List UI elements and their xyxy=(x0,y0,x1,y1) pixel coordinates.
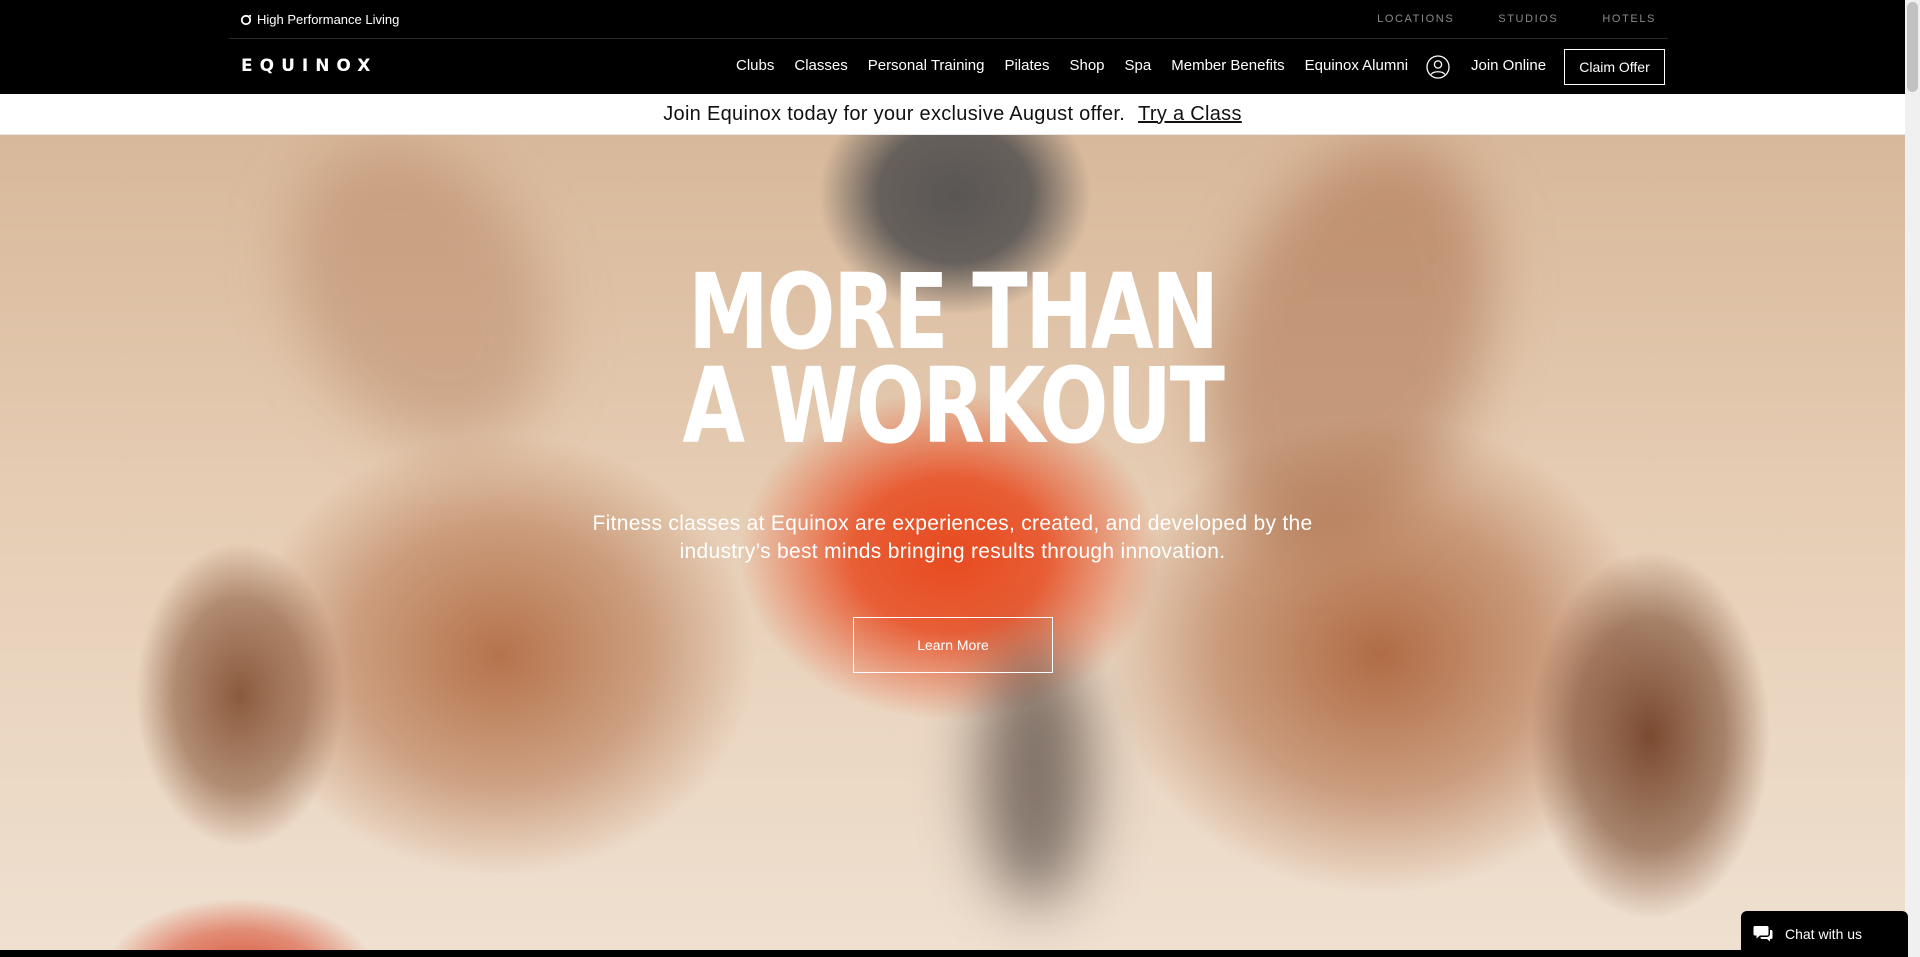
bottom-strip xyxy=(0,950,1905,957)
locations-link[interactable]: LOCATIONS xyxy=(1377,13,1454,25)
claim-offer-button[interactable]: Claim Offer xyxy=(1564,49,1665,85)
refresh-circle-icon xyxy=(240,14,252,25)
hero-background-figure-center xyxy=(980,645,1090,905)
studios-link[interactable]: STUDIOS xyxy=(1498,13,1558,25)
join-online-link[interactable]: Join Online xyxy=(1471,57,1546,74)
hero-headline-line-2: A WORKOUT xyxy=(682,345,1225,467)
promo-text: Join Equinox today for your exclusive Au… xyxy=(663,102,1126,125)
nav-personal-training[interactable]: Personal Training xyxy=(868,57,985,74)
chat-with-us-button[interactable]: Chat with us xyxy=(1741,911,1908,957)
chat-label: Chat with us xyxy=(1785,926,1863,942)
nav-links: Clubs Classes Personal Training Pilates … xyxy=(736,57,1428,74)
chat-bubble-icon xyxy=(1753,926,1773,942)
hero-subtitle: Fitness classes at Equinox are experienc… xyxy=(0,510,1905,566)
hero-subtitle-line-2: industry’s best minds bringing results t… xyxy=(679,540,1226,563)
hero-subtitle-line-1: Fitness classes at Equinox are experienc… xyxy=(592,512,1313,535)
hero-section: MORE THAN A WORKOUT Fitness classes at E… xyxy=(0,135,1905,950)
user-circle-icon[interactable] xyxy=(1426,55,1450,79)
nav-shop[interactable]: Shop xyxy=(1069,57,1104,74)
try-a-class-link[interactable]: Try a Class xyxy=(1138,103,1242,126)
learn-more-button[interactable]: Learn More xyxy=(853,617,1053,673)
tagline-text: High Performance Living xyxy=(257,12,400,27)
page-scrollbar[interactable] xyxy=(1905,0,1920,957)
nav-clubs[interactable]: Clubs xyxy=(736,57,774,74)
nav-equinox-alumni[interactable]: Equinox Alumni xyxy=(1305,57,1408,74)
utility-bar-inner: High Performance Living LOCATIONS STUDIO… xyxy=(229,0,1668,39)
utility-links: LOCATIONS STUDIOS HOTELS xyxy=(1377,13,1656,25)
main-nav: EQUINOX Clubs Classes Personal Training … xyxy=(0,39,1905,94)
nav-pilates[interactable]: Pilates xyxy=(1004,57,1049,74)
equinox-logo[interactable]: EQUINOX xyxy=(241,56,377,76)
high-performance-living-link[interactable]: High Performance Living xyxy=(240,12,399,27)
nav-spa[interactable]: Spa xyxy=(1125,57,1152,74)
nav-classes[interactable]: Classes xyxy=(794,57,847,74)
nav-member-benefits[interactable]: Member Benefits xyxy=(1171,57,1284,74)
promo-banner: Join Equinox today for your exclusive Au… xyxy=(0,94,1905,135)
hero-headline: MORE THAN A WORKOUT xyxy=(210,260,1696,467)
scrollbar-thumb[interactable] xyxy=(1907,2,1918,92)
hotels-link[interactable]: HOTELS xyxy=(1602,13,1656,25)
utility-bar: High Performance Living LOCATIONS STUDIO… xyxy=(0,0,1905,39)
